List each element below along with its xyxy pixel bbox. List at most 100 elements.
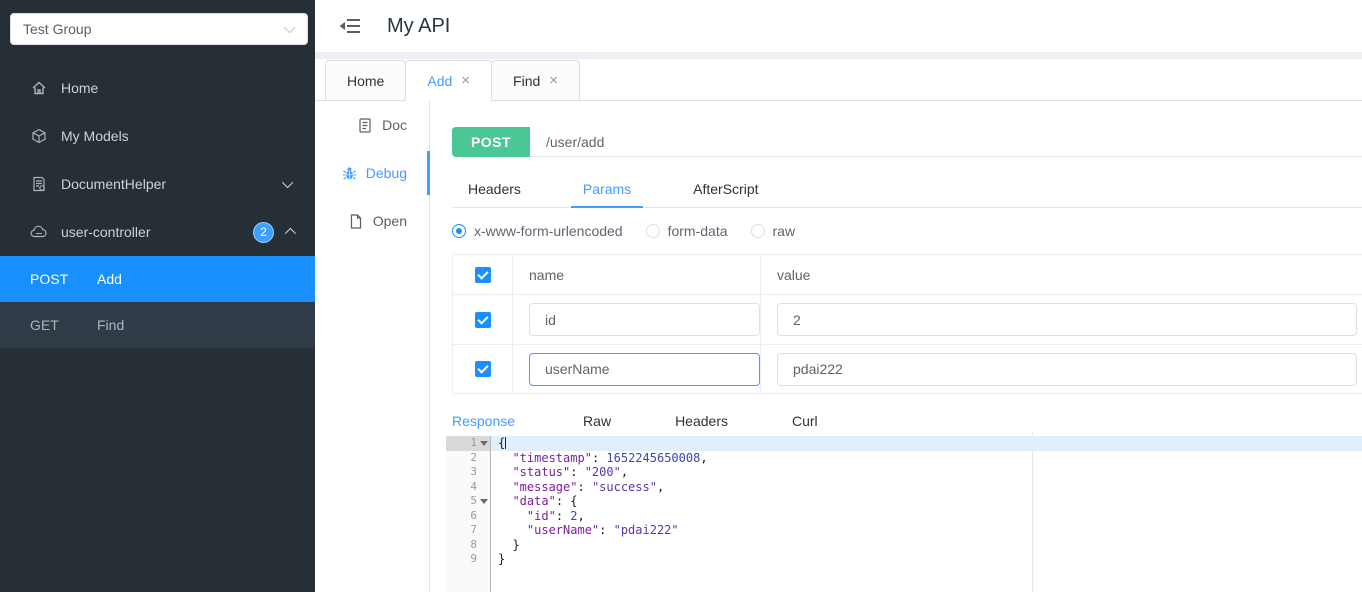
request-url-input[interactable]: /user/add <box>530 127 1362 157</box>
request-tab-bar: Headers Params AfterScript <box>452 170 1362 208</box>
editor-line-6: 6 "id": 2, <box>446 508 1362 523</box>
param-name-value: id <box>545 311 556 328</box>
http-method-label: POST <box>30 271 69 287</box>
tab-find[interactable]: Find × <box>491 60 581 101</box>
top-header: My API <box>315 0 1362 52</box>
line-number: 8 <box>446 537 491 552</box>
editor-filler <box>446 566 1362 592</box>
column-header-name: name <box>513 255 761 294</box>
nav-item-open[interactable]: Open <box>315 197 429 245</box>
nav-item-label: Open <box>372 213 407 229</box>
line-number: 7 <box>446 523 491 538</box>
sidebar-item-user-controller[interactable]: user-controller 2 <box>0 208 315 256</box>
sidebar-item-label: DocumentHelper <box>61 176 167 192</box>
radio-x-www-form-urlencoded[interactable]: x-www-form-urlencoded <box>452 223 623 239</box>
tab-label: AfterScript <box>693 180 759 197</box>
http-method-label: GET <box>30 317 59 333</box>
param-name-cell: userName <box>513 345 761 393</box>
param-name-input-focused[interactable]: userName <box>529 352 760 386</box>
tab-label: Curl <box>791 413 818 429</box>
response-editor[interactable]: 1{2 "timestamp": 1652245650008, 3 "status… <box>446 432 1362 592</box>
code-line: "userName": "pdai222" <box>526 523 679 537</box>
line-number: 2 <box>446 450 491 465</box>
param-value-value: 2 <box>793 311 801 328</box>
text-cursor <box>505 437 507 449</box>
radio-icon <box>750 224 765 238</box>
tab-headers[interactable]: Headers <box>456 170 533 207</box>
bug-icon <box>342 166 357 181</box>
radio-label: x-www-form-urlencoded <box>474 223 623 239</box>
radio-icon <box>452 224 466 238</box>
sidebar-item-home[interactable]: Home <box>0 64 315 112</box>
sidebar-item-label: Home <box>61 80 99 96</box>
code-line: "id": 2, <box>526 508 585 523</box>
request-url-value: /user/add <box>546 133 605 150</box>
sidebar-item-my-models[interactable]: My Models <box>0 112 315 160</box>
tab-afterscript[interactable]: AfterScript <box>681 170 770 207</box>
editor-line-9: 9} <box>446 552 1362 567</box>
line-number: 3 <box>446 465 491 480</box>
group-select-value: Test Group <box>23 21 92 37</box>
collapse-sidebar-icon[interactable] <box>339 17 361 35</box>
fold-arrow-icon[interactable] <box>480 499 488 504</box>
select-all-checkbox[interactable] <box>474 266 491 283</box>
editor-gutter <box>446 566 491 592</box>
param-row-username: userName pdai222 <box>453 344 1362 393</box>
api-cloud-icon <box>30 223 48 241</box>
editor-line-1: 1{ <box>446 436 1362 451</box>
param-value-cell: 2 <box>761 303 1362 336</box>
param-name-cell: id <box>513 295 761 344</box>
param-name-input[interactable]: id <box>529 303 760 336</box>
content-area: Doc Debug Open POST /user/add Headers Pa… <box>315 101 1362 592</box>
tab-label: Params <box>582 180 632 197</box>
tab-home[interactable]: Home <box>325 60 407 101</box>
chevron-down-icon <box>283 21 296 34</box>
close-icon[interactable]: × <box>549 73 558 88</box>
page-title: My API <box>387 14 451 37</box>
tab-add[interactable]: Add × <box>405 60 493 101</box>
row-checkbox[interactable] <box>474 311 491 328</box>
tab-label: Headers <box>468 180 521 197</box>
params-table-header: name value <box>453 255 1362 295</box>
code-line: "timestamp": 1652245650008, <box>512 450 708 465</box>
tab-params[interactable]: Params <box>570 170 644 208</box>
param-value-value: pdai222 <box>793 361 843 377</box>
endpoint-label: Add <box>97 271 122 287</box>
sidebar-item-document-helper[interactable]: DocumentHelper <box>0 160 315 208</box>
http-method-button[interactable]: POST <box>452 127 530 157</box>
radio-raw[interactable]: raw <box>750 223 795 239</box>
line-number: 1 <box>446 436 491 451</box>
param-value-input[interactable]: 2 <box>777 303 1357 336</box>
header-checkbox-cell <box>453 255 513 294</box>
fold-arrow-icon[interactable] <box>480 441 488 446</box>
header-divider <box>315 52 1362 59</box>
sidebar-item-label: user-controller <box>61 224 151 240</box>
nav-item-label: Debug <box>365 165 407 181</box>
editor-line-3: 3 "status": "200", <box>446 465 1362 480</box>
radio-form-data[interactable]: form-data <box>645 223 728 239</box>
close-icon[interactable]: × <box>461 73 470 88</box>
tab-label: Headers <box>675 413 728 429</box>
nav-item-label: Doc <box>382 117 407 133</box>
row-checkbox[interactable] <box>474 361 491 377</box>
tab-label: Home <box>347 72 385 89</box>
line-number: 6 <box>446 508 491 523</box>
nav-item-doc[interactable]: Doc <box>315 101 429 149</box>
open-file-icon <box>349 213 364 229</box>
nav-item-debug[interactable]: Debug <box>315 149 429 197</box>
document-helper-icon <box>30 175 48 193</box>
tab-label: Add <box>427 72 453 89</box>
group-select[interactable]: Test Group <box>10 13 308 45</box>
sidebar-subitem-find[interactable]: GET Find <box>0 302 315 348</box>
chevron-down-icon <box>281 176 294 189</box>
param-value-input[interactable]: pdai222 <box>777 352 1357 386</box>
code-line: } <box>498 552 506 566</box>
row-checkbox-cell <box>453 295 513 344</box>
code-line: } <box>498 537 520 552</box>
sidebar-subitem-add[interactable]: POST Add <box>0 256 315 302</box>
editor-line-4: 4 "message": "success", <box>446 479 1362 494</box>
editor-line-8: 8 } <box>446 537 1362 552</box>
radio-icon <box>645 224 660 238</box>
tab-label: Raw <box>583 413 612 429</box>
param-row-id: id 2 <box>453 295 1362 344</box>
